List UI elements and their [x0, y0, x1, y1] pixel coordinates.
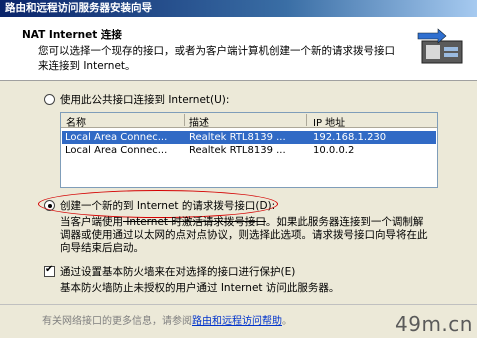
footer-text: 有关网络接口的更多信息，请参阅路由和远程访问帮助。 [42, 312, 292, 327]
row-ip: 192.168.1.230 [313, 132, 387, 143]
description-struck-text: Internet 时激活请求拨号接口 [123, 216, 266, 228]
row-name: Local Area Connec... [65, 145, 168, 156]
list-row[interactable]: Local Area Connec... Realtek RTL8139 ...… [62, 131, 436, 144]
list-header: 名称 描述 IP 地址 [61, 113, 437, 129]
interface-list[interactable]: 名称 描述 IP 地址 Local Area Connec... Realtek… [60, 112, 438, 188]
window-title: 路由和远程访问服务器安装向导 [5, 2, 152, 14]
column-ip[interactable]: IP 地址 [313, 114, 345, 129]
firewall-checkbox-label[interactable]: 通过设置基本防火墙来在对选择的接口进行保护(E) [60, 264, 295, 279]
list-row[interactable]: Local Area Connec... Realtek RTL8139 ...… [62, 144, 436, 157]
title-bar: 路由和远程访问服务器安装向导 [0, 0, 477, 17]
wizard-window: 路由和远程访问服务器安装向导 NAT Internet 连接 您可以选择一个现存… [0, 0, 477, 338]
firewall-description: 基本防火墙防止未授权的用户通过 Internet 访问此服务器。 [60, 282, 340, 294]
highlight-ellipse [38, 190, 278, 218]
row-name: Local Area Connec... [65, 132, 168, 143]
row-description: Realtek RTL8139 ... [189, 145, 286, 156]
radio-use-existing-label[interactable]: 使用此公共接口连接到 Internet(U): [60, 92, 229, 107]
row-ip: 10.0.0.2 [313, 145, 355, 156]
watermark-logo: 49m.cn [395, 312, 473, 336]
row-description: Realtek RTL8139 ... [189, 132, 286, 143]
footer-prefix: 有关网络接口的更多信息，请参阅 [42, 316, 192, 327]
firewall-checkbox[interactable] [44, 264, 55, 277]
radio-use-existing[interactable] [44, 94, 55, 105]
page-title: NAT Internet 连接 [22, 29, 122, 41]
footer-suffix: 。 [282, 316, 292, 327]
wizard-header: NAT Internet 连接 您可以选择一个现存的接口，或者为客户端计算机创建… [0, 17, 477, 81]
network-wizard-icon [417, 28, 463, 64]
column-name[interactable]: 名称 [66, 114, 86, 129]
help-link[interactable]: 路由和远程访问帮助 [192, 316, 282, 327]
column-description[interactable]: 描述 [189, 114, 209, 129]
page-description: 您可以选择一个现存的接口，或者为客户端计算机创建一个新的请求拨号接口来连接到 I… [38, 45, 395, 72]
create-new-description: 当客户端使用 Internet 时激活请求拨号接口。如果此服务器连接到一个调制解… [60, 216, 430, 255]
description-text: 当客户端使用 [60, 216, 123, 228]
footer-divider [0, 304, 477, 305]
